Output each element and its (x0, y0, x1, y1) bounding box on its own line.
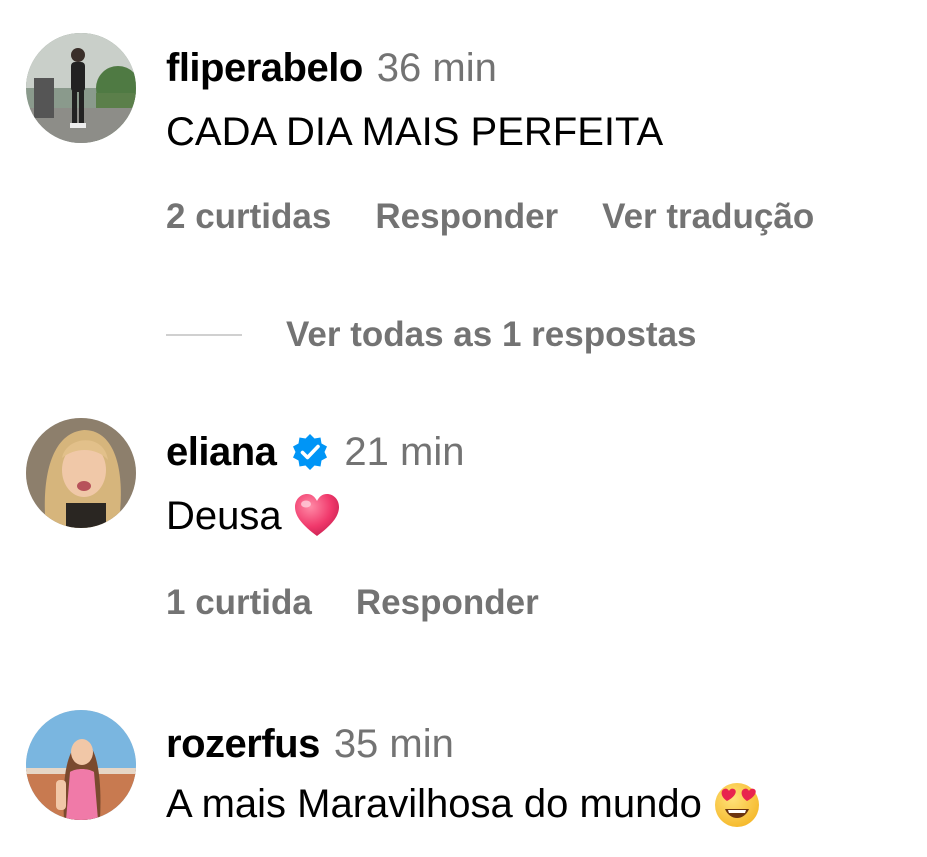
avatar-photo-icon (26, 418, 136, 528)
translate-button[interactable]: Ver tradução (602, 197, 814, 237)
username[interactable]: eliana (166, 430, 277, 475)
comment-header: fliperabelo 36 min (166, 40, 497, 96)
comment-text: A mais Maravilhosa do mundo (166, 776, 762, 832)
comment-body: Deusa (166, 493, 282, 538)
reply-button[interactable]: Responder (375, 197, 558, 237)
avatar-photo-icon (26, 710, 136, 820)
comment-header: eliana 21 min (166, 424, 464, 480)
user-avatar[interactable] (26, 710, 136, 820)
user-avatar[interactable] (26, 33, 136, 143)
verified-badge-icon (290, 432, 330, 472)
view-replies[interactable]: Ver todas as 1 respostas (166, 310, 697, 360)
username[interactable]: rozerfus (166, 722, 320, 767)
comment-time: 21 min (344, 429, 465, 474)
comment-body: A mais Maravilhosa do mundo (166, 781, 702, 826)
heart-eyes-emoji-icon (712, 779, 762, 829)
comment-time: 35 min (333, 721, 454, 766)
avatar-photo-icon (26, 33, 136, 143)
comment-text: CADA DIA MAIS PERFEITA (166, 106, 663, 158)
reply-button[interactable]: Responder (356, 583, 539, 623)
likes-count[interactable]: 2 curtidas (166, 197, 331, 237)
comment-time: 36 min (376, 45, 497, 90)
comment-header: rozerfus 35 min (166, 716, 454, 772)
likes-count[interactable]: 1 curtida (166, 583, 312, 623)
username[interactable]: fliperabelo (166, 46, 363, 91)
comment-body: CADA DIA MAIS PERFEITA (166, 109, 664, 154)
comment-actions: 1 curtida Responder (166, 578, 583, 628)
view-replies-label[interactable]: Ver todas as 1 respostas (286, 315, 697, 355)
red-heart-emoji-icon (292, 491, 342, 541)
replies-divider (166, 334, 242, 336)
user-avatar[interactable] (26, 418, 136, 528)
comment-text: Deusa (166, 488, 342, 544)
comment-actions: 2 curtidas Responder Ver tradução (166, 192, 858, 242)
